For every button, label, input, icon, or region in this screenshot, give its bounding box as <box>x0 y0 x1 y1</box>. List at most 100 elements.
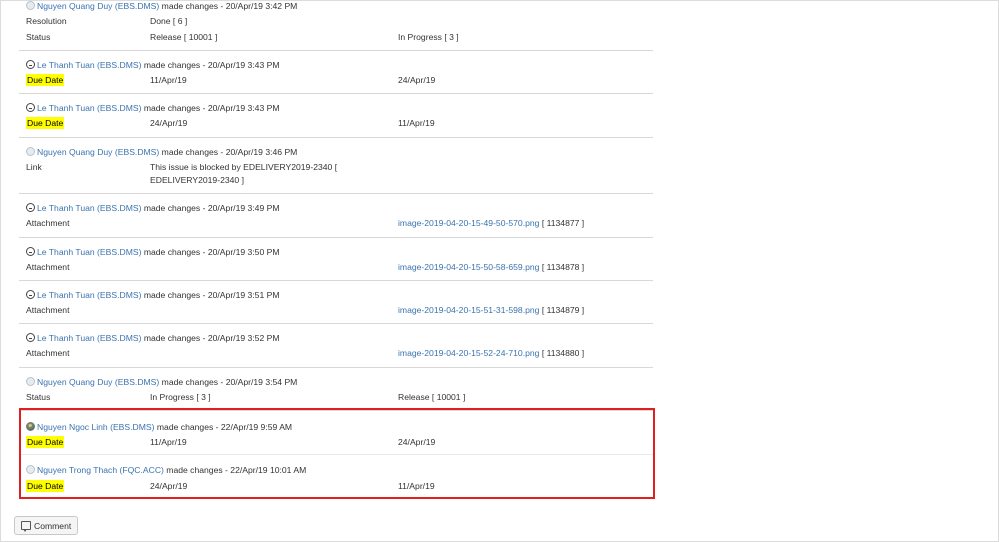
old-value: 11/Apr/19 <box>150 437 187 447</box>
author-link[interactable]: Nguyen Quang Duy (EBS.DMS) <box>37 147 159 157</box>
change-row: Due Date 11/Apr/19 24/Apr/19 <box>26 436 646 448</box>
attachment-link[interactable]: image-2019-04-20-15-51-31-598.png <box>398 305 539 315</box>
action-text: made changes - <box>161 1 224 11</box>
entry-header: Nguyen Quang Duy (EBS.DMS) made changes … <box>26 0 297 12</box>
new-value: In Progress [ 3 ] <box>398 32 459 42</box>
history-entry: Nguyen Quang Duy (EBS.DMS) made changes … <box>19 1 653 51</box>
history-entry: Le Thanh Tuan (EBS.DMS) made changes - 2… <box>19 238 653 281</box>
field-name: Link <box>26 162 42 172</box>
action-text: made changes - <box>156 422 219 432</box>
change-row: Status In Progress [ 3 ] Release [ 10001… <box>26 391 646 403</box>
change-row: Due Date 24/Apr/19 11/Apr/19 <box>26 480 646 492</box>
change-date: 20/Apr/19 3:42 PM <box>225 1 298 11</box>
entry-header: Le Thanh Tuan (EBS.DMS) made changes - 2… <box>26 246 280 258</box>
face-avatar-icon <box>26 290 35 299</box>
new-value: 11/Apr/19 <box>398 118 435 128</box>
face-avatar-icon <box>26 103 35 112</box>
new-value: Release [ 10001 ] <box>398 392 466 402</box>
entry-header: Nguyen Quang Duy (EBS.DMS) made changes … <box>26 376 297 388</box>
new-value: 11/Apr/19 <box>398 481 435 491</box>
face-avatar-icon <box>26 203 35 212</box>
change-date: 22/Apr/19 10:01 AM <box>230 465 307 475</box>
change-date: 20/Apr/19 3:52 PM <box>207 333 280 343</box>
author-link[interactable]: Le Thanh Tuan (EBS.DMS) <box>37 290 141 300</box>
new-value: 24/Apr/19 <box>398 437 436 447</box>
history-entry: Le Thanh Tuan (EBS.DMS) made changes - 2… <box>19 94 653 138</box>
history-entry: Le Thanh Tuan (EBS.DMS) made changes - 2… <box>19 281 653 324</box>
face-avatar-icon <box>26 247 35 256</box>
action-text: made changes - <box>143 333 206 343</box>
change-row: Due Date 11/Apr/19 24/Apr/19 <box>26 74 646 86</box>
page-frame: Nguyen Quang Duy (EBS.DMS) made changes … <box>0 0 999 542</box>
change-date: 20/Apr/19 3:54 PM <box>225 377 298 387</box>
change-date: 20/Apr/19 3:49 PM <box>207 203 280 213</box>
field-name: Attachment <box>26 218 70 228</box>
entry-header: Le Thanh Tuan (EBS.DMS) made changes - 2… <box>26 202 280 214</box>
author-link[interactable]: Nguyen Quang Duy (EBS.DMS) <box>37 1 159 11</box>
author-link[interactable]: Le Thanh Tuan (EBS.DMS) <box>37 333 141 343</box>
author-link[interactable]: Le Thanh Tuan (EBS.DMS) <box>37 60 141 70</box>
field-name: Due Date <box>26 74 65 86</box>
field-name: Due Date <box>26 480 65 492</box>
change-date: 20/Apr/19 3:43 PM <box>207 103 280 113</box>
change-date: 20/Apr/19 3:46 PM <box>225 147 298 157</box>
author-link[interactable]: Nguyen Quang Duy (EBS.DMS) <box>37 377 159 387</box>
action-text: made changes - <box>143 203 206 213</box>
action-text: made changes - <box>166 465 228 475</box>
field-name: Attachment <box>26 348 70 358</box>
entry-header: Le Thanh Tuan (EBS.DMS) made changes - 2… <box>26 289 280 301</box>
change-row: Attachment image-2019-04-20-15-52-24-710… <box>26 347 646 359</box>
attachment-link[interactable]: image-2019-04-20-15-52-24-710.png <box>398 348 539 358</box>
old-value: 24/Apr/19 <box>150 481 188 491</box>
change-row: Due Date 24/Apr/19 11/Apr/19 <box>26 117 646 129</box>
old-value-continued: EDELIVERY2019-2340 ] <box>150 175 244 185</box>
old-value: In Progress [ 3 ] <box>150 392 211 402</box>
change-row: Status Release [ 10001 ] In Progress [ 3… <box>26 31 646 43</box>
comment-icon <box>21 520 31 532</box>
entry-header: Le Thanh Tuan (EBS.DMS) made changes - 2… <box>26 102 280 114</box>
field-name: Attachment <box>26 305 70 315</box>
attachment-link[interactable]: image-2019-04-20-15-49-50-570.png <box>398 218 539 228</box>
attachment-id: [ 1134880 ] <box>541 348 585 358</box>
author-link[interactable]: Le Thanh Tuan (EBS.DMS) <box>37 203 141 213</box>
old-value: 11/Apr/19 <box>150 75 187 85</box>
face-avatar-icon <box>26 333 35 342</box>
action-text: made changes - <box>143 60 206 70</box>
entry-header: Le Thanh Tuan (EBS.DMS) made changes - 2… <box>26 59 280 71</box>
comment-button-label: Comment <box>34 520 72 531</box>
history-entry: Nguyen Ngoc Linh (EBS.DMS) made changes … <box>19 411 653 455</box>
default-avatar-icon <box>26 465 35 474</box>
action-text: made changes - <box>143 290 206 300</box>
entry-header: Nguyen Trong Thach (FQC.ACC) made change… <box>26 464 306 476</box>
change-date: 20/Apr/19 3:43 PM <box>207 60 280 70</box>
face-avatar-icon <box>26 60 35 69</box>
entry-header: Le Thanh Tuan (EBS.DMS) made changes - 2… <box>26 332 280 344</box>
change-row-continued: EDELIVERY2019-2340 ] <box>26 174 646 186</box>
change-row: Attachment image-2019-04-20-15-50-58-659… <box>26 261 646 273</box>
old-value: Done [ 6 ] <box>150 16 188 26</box>
field-name: Attachment <box>26 262 70 272</box>
old-value: Release [ 10001 ] <box>150 32 218 42</box>
history-entry: Le Thanh Tuan (EBS.DMS) made changes - 2… <box>19 51 653 94</box>
change-date: 22/Apr/19 9:59 AM <box>220 422 293 432</box>
author-link[interactable]: Nguyen Ngoc Linh (EBS.DMS) <box>37 422 155 432</box>
comment-button[interactable]: Comment <box>14 516 78 535</box>
entry-header: Nguyen Ngoc Linh (EBS.DMS) made changes … <box>26 421 292 433</box>
change-row: Attachment image-2019-04-20-15-49-50-570… <box>26 217 646 229</box>
author-link[interactable]: Le Thanh Tuan (EBS.DMS) <box>37 247 141 257</box>
default-avatar-icon <box>26 377 35 386</box>
change-date: 20/Apr/19 3:51 PM <box>207 290 280 300</box>
attachment-id: [ 1134878 ] <box>541 262 585 272</box>
field-name: Status <box>26 32 51 42</box>
history-entry: Le Thanh Tuan (EBS.DMS) made changes - 2… <box>19 324 653 368</box>
attachment-id: [ 1134879 ] <box>541 305 585 315</box>
field-name: Due Date <box>26 117 65 129</box>
action-text: made changes - <box>143 247 206 257</box>
history-entry: Nguyen Trong Thach (FQC.ACC) made change… <box>19 455 653 499</box>
history-entry: Nguyen Quang Duy (EBS.DMS) made changes … <box>19 138 653 194</box>
attachment-link[interactable]: image-2019-04-20-15-50-58-659.png <box>398 262 539 272</box>
change-history-list: Nguyen Quang Duy (EBS.DMS) made changes … <box>19 1 653 499</box>
author-link[interactable]: Nguyen Trong Thach (FQC.ACC) <box>37 465 164 475</box>
attachment-id: [ 1134877 ] <box>541 218 585 228</box>
author-link[interactable]: Le Thanh Tuan (EBS.DMS) <box>37 103 141 113</box>
